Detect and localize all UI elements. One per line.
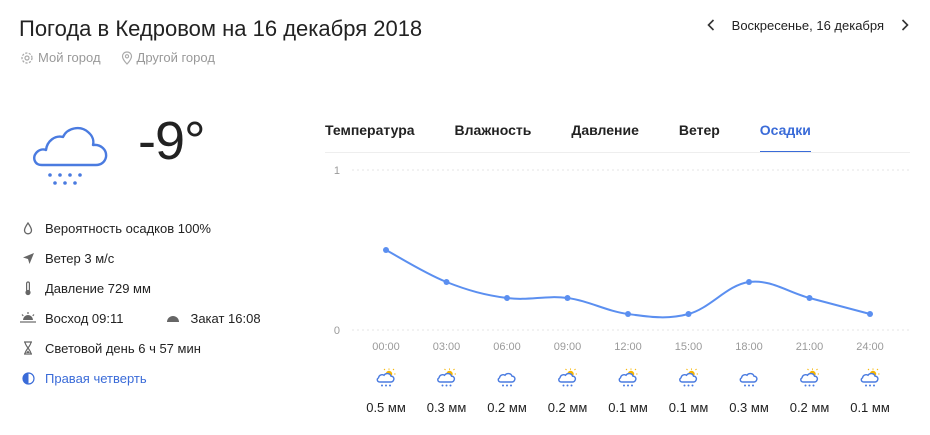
precipitation-chart: 1 0 00:00 0.5 мм 03:00 0.3 мм 06:00 0.2 мм 09:00… <box>334 165 910 415</box>
x-tick-label: 18:00 <box>735 341 763 353</box>
sun-cloud-snow-icon <box>558 368 577 387</box>
value-label: 0.1 мм <box>608 400 648 415</box>
x-tick-label: 15:00 <box>675 341 703 353</box>
data-point <box>746 279 752 285</box>
sun-cloud-snow-icon <box>437 368 456 387</box>
x-tick-label: 21:00 <box>796 341 824 353</box>
value-label: 0.1 мм <box>850 400 890 415</box>
x-tick-label: 00:00 <box>372 341 400 353</box>
x-tick-label: 03:00 <box>433 341 461 353</box>
data-point <box>504 295 510 301</box>
cloud-snow-icon <box>739 372 758 387</box>
sun-cloud-snow-icon <box>860 368 880 387</box>
sun-cloud-snow-icon <box>800 368 819 387</box>
data-point <box>806 295 813 301</box>
x-tick-label: 09:00 <box>554 341 582 353</box>
sun-cloud-snow-icon <box>679 368 698 387</box>
value-label: 0.2 мм <box>548 400 588 415</box>
x-tick-label: 12:00 <box>614 341 642 353</box>
series-line <box>385 249 871 319</box>
data-point <box>867 311 873 317</box>
value-label: 0.2 мм <box>790 400 830 415</box>
data-point <box>625 311 631 317</box>
data-point <box>383 247 389 253</box>
cloud-snow-icon <box>497 372 516 387</box>
value-label: 0.1 мм <box>669 400 709 415</box>
data-point <box>685 311 692 317</box>
data-point <box>443 279 450 285</box>
data-point <box>564 295 571 301</box>
value-label: 0.2 мм <box>487 400 527 415</box>
sun-cloud-snow-icon <box>618 368 638 387</box>
value-label: 0.3 мм <box>427 400 467 415</box>
y-tick-label: 0 <box>334 325 340 337</box>
value-label: 0.5 мм <box>366 400 406 415</box>
value-label: 0.3 мм <box>729 400 769 415</box>
x-tick-label: 06:00 <box>493 341 521 353</box>
sun-cloud-snow-icon <box>376 368 396 387</box>
x-tick-label: 24:00 <box>856 341 884 353</box>
y-tick-label: 1 <box>334 165 340 177</box>
